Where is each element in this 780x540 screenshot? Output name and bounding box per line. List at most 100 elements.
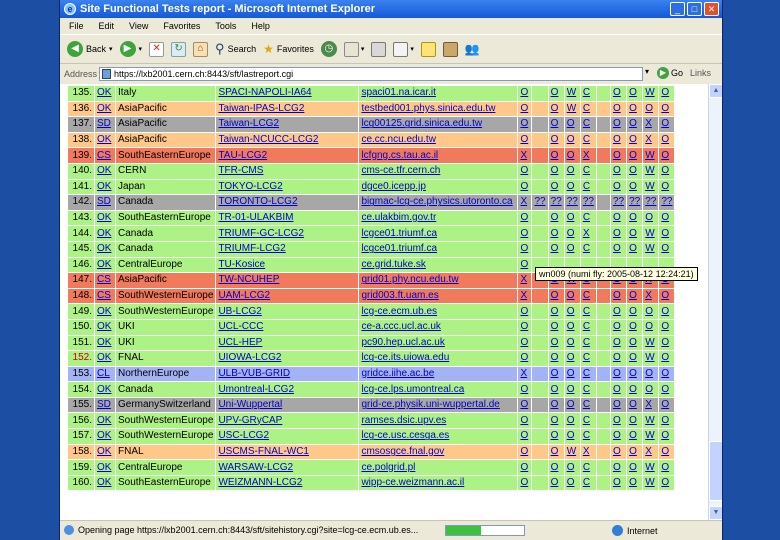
test-result-link[interactable]: O (563, 116, 581, 133)
test-result-link[interactable]: C (579, 287, 597, 305)
menu-file[interactable]: File (69, 21, 84, 31)
site-link[interactable]: ULB-VUB-GRID (215, 365, 360, 383)
test-result-link[interactable]: W (642, 459, 660, 476)
test-result-link[interactable]: O (609, 350, 628, 367)
test-result-link[interactable]: X (642, 131, 660, 149)
test-result-link[interactable]: O (658, 396, 676, 414)
test-result-link[interactable]: O (517, 350, 533, 367)
test-result-link[interactable]: X (517, 365, 533, 383)
test-result-link[interactable]: O (626, 459, 644, 476)
status-link[interactable]: OK (94, 334, 116, 352)
discuss-button[interactable] (420, 41, 436, 57)
research-button[interactable] (442, 41, 458, 57)
test-result-link[interactable]: O (547, 162, 565, 180)
test-result-link[interactable]: O (626, 396, 644, 414)
favorites-button[interactable]: ★ Favorites (263, 42, 314, 56)
scroll-thumb[interactable] (709, 441, 722, 501)
test-result-link[interactable]: ?? (547, 194, 565, 211)
test-result-link[interactable]: ?? (579, 194, 597, 211)
test-result-link[interactable]: O (658, 178, 676, 196)
test-result-link[interactable]: O (547, 396, 565, 414)
minimize-icon[interactable]: _ (670, 2, 685, 16)
test-result-link[interactable]: X (642, 287, 660, 305)
edit-button[interactable]: ▾ (393, 41, 414, 57)
test-result-link[interactable]: O (517, 256, 533, 274)
test-result-link[interactable]: W (642, 85, 660, 102)
test-result-link[interactable]: O (517, 428, 533, 445)
test-result-link[interactable]: O (547, 287, 565, 305)
host-link[interactable]: ramses.dsic.upv.es (358, 412, 519, 430)
test-result-link[interactable]: O (563, 287, 581, 305)
test-result-link[interactable]: O (609, 365, 628, 383)
site-link[interactable]: TU-Kosice (215, 256, 360, 274)
test-result-link[interactable]: O (626, 350, 644, 367)
test-result-link[interactable]: O (626, 116, 644, 133)
status-link[interactable]: OK (94, 443, 116, 461)
back-button[interactable]: ◀ Back ▾ (67, 41, 113, 57)
test-result-link[interactable]: O (658, 85, 676, 102)
site-link[interactable]: TOKYO-LCG2 (215, 178, 360, 196)
test-result-link[interactable]: O (609, 287, 628, 305)
forward-button[interactable]: ▶ ▾ (119, 41, 142, 57)
site-link[interactable]: UB-LCG2 (215, 303, 360, 320)
dropdown-icon[interactable]: ▾ (410, 45, 414, 53)
home-button[interactable]: ⌂ (193, 41, 209, 57)
test-result-link[interactable]: X (642, 443, 660, 461)
test-result-link[interactable]: O (563, 428, 581, 445)
links-button[interactable]: Links (690, 68, 711, 78)
test-result-link[interactable]: O (626, 100, 644, 118)
test-result-link[interactable]: W (642, 240, 660, 258)
dropdown-icon[interactable]: ▾ (361, 45, 365, 53)
test-result-link[interactable]: O (547, 318, 565, 336)
maximize-icon[interactable]: □ (687, 2, 702, 16)
test-result-link[interactable]: O (609, 303, 628, 320)
test-result-link[interactable]: O (626, 303, 644, 320)
test-result-link[interactable]: W (563, 443, 581, 461)
test-result-link[interactable]: C (579, 318, 597, 336)
test-result-link[interactable]: O (658, 162, 676, 180)
site-link[interactable]: UIOWA-LCG2 (215, 350, 360, 367)
go-button[interactable]: ▶ Go (657, 67, 683, 79)
status-link[interactable]: OK (94, 131, 116, 149)
host-link[interactable]: lcg-ce.lps.umontreal.ca (358, 381, 519, 398)
test-result-link[interactable]: O (626, 209, 644, 227)
test-result-link[interactable]: O (658, 225, 676, 242)
test-result-link[interactable]: ?? (642, 194, 660, 211)
status-link[interactable]: OK (94, 100, 116, 118)
test-result-link[interactable]: O (626, 131, 644, 149)
test-result-link[interactable]: O (563, 412, 581, 430)
status-link[interactable]: SD (94, 116, 116, 133)
test-result-link[interactable]: C (579, 100, 597, 118)
host-link[interactable]: dgce0.icepp.jp (358, 178, 519, 196)
test-result-link[interactable]: O (547, 443, 565, 461)
test-result-link[interactable]: O (563, 131, 581, 149)
site-link[interactable]: UPV-GRyCAP (215, 412, 360, 430)
test-result-link[interactable]: O (517, 100, 533, 118)
test-result-link[interactable]: O (517, 334, 533, 352)
test-result-link[interactable]: O (642, 318, 660, 336)
status-link[interactable]: SD (94, 396, 116, 414)
vertical-scrollbar[interactable]: ▲ ▼ (708, 84, 722, 520)
status-link[interactable]: OK (94, 256, 116, 274)
test-result-link[interactable]: O (517, 318, 533, 336)
host-link[interactable]: lcfgng.cs.tau.ac.il (358, 147, 519, 164)
test-result-link[interactable]: O (547, 365, 565, 383)
host-link[interactable]: grid01.phy.ncu.edu.tw (358, 272, 519, 289)
host-link[interactable]: ce-a.ccc.ucl.ac.uk (358, 318, 519, 336)
test-result-link[interactable]: O (642, 381, 660, 398)
test-result-link[interactable]: O (517, 225, 533, 242)
test-result-link[interactable]: W (642, 178, 660, 196)
test-result-link[interactable]: O (547, 131, 565, 149)
test-result-link[interactable]: W (642, 162, 660, 180)
test-result-link[interactable]: C (579, 162, 597, 180)
test-result-link[interactable]: C (579, 365, 597, 383)
test-result-link[interactable]: W (642, 474, 660, 492)
test-result-link[interactable]: X (579, 443, 597, 461)
status-link[interactable]: OK (94, 85, 116, 102)
test-result-link[interactable]: O (563, 240, 581, 258)
status-link[interactable]: OK (94, 225, 116, 242)
test-result-link[interactable]: O (609, 178, 628, 196)
test-result-link[interactable]: C (579, 412, 597, 430)
test-result-link[interactable]: O (642, 365, 660, 383)
test-result-link[interactable]: O (547, 178, 565, 196)
